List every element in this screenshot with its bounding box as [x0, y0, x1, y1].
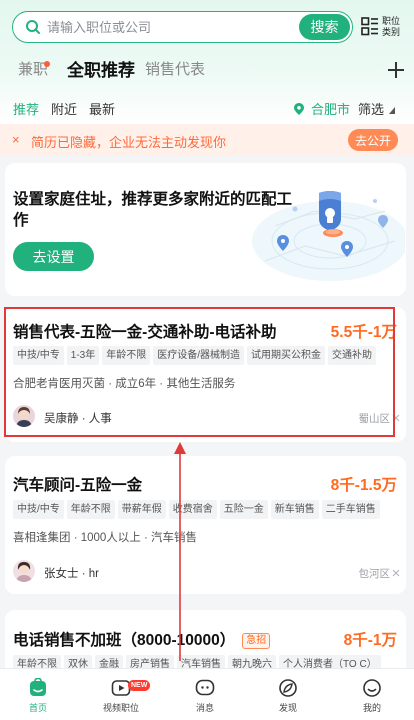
job-tag: 交通补助: [328, 346, 377, 365]
discover-icon: [279, 679, 297, 697]
job-title-text: 电话销售不加班（8000-10000）: [13, 632, 236, 649]
search-bar[interactable]: 搜索: [12, 11, 353, 43]
dismiss-job-icon[interactable]: [392, 569, 400, 577]
job-tag: 1-3年: [66, 346, 100, 365]
header: 搜索 职位类别 兼职 全职推荐 销售代表 推荐 附近 最新 合肥市 筛选: [0, 0, 414, 124]
filter-button[interactable]: 筛选: [358, 99, 396, 118]
filter-label: 筛选: [358, 102, 385, 117]
job-tag: 中技/中专: [13, 500, 64, 519]
recruiter-avatar: [13, 405, 35, 427]
nav-home[interactable]: 首页: [8, 669, 68, 720]
job-district: 蜀山区: [358, 413, 391, 425]
job-title: 电话销售不加班（8000-10000） 急招: [13, 628, 271, 650]
urgent-badge: 急招: [242, 633, 271, 649]
job-tag: 年龄不限: [13, 655, 61, 668]
bottom-navigation: 首页 视频职位 NEW 消息 发现 我的: [0, 668, 414, 720]
nav-home-label: 首页: [28, 703, 47, 713]
category-label: 职位类别: [382, 16, 401, 37]
recruiter-name: 吴康静 · 人事: [44, 413, 112, 425]
job-tag: 朝九晚六: [228, 655, 276, 668]
job-salary: 8千-1万: [343, 632, 397, 649]
job-tags: 中技/中专 1-3年 年龄不限 医疗设备/器械制造 试用期买公积金 交通补助: [13, 346, 377, 365]
job-card[interactable]: 电话销售不加班（8000-10000） 急招 8千-1万 年龄不限 双休 金融 房…: [5, 610, 406, 668]
job-tag: 试用期买公积金: [247, 346, 326, 365]
home-address-card: 设置家庭住址，推荐更多家附近的匹配工作 去设置: [5, 163, 406, 296]
search-button[interactable]: 搜索: [299, 14, 350, 40]
city-name: 合肥市: [311, 102, 351, 117]
job-tag: 年龄不限: [102, 346, 151, 365]
job-tag: 带薪年假: [117, 500, 166, 519]
dismiss-job-icon[interactable]: [392, 414, 400, 422]
job-tag: 新车销售: [270, 500, 319, 519]
job-tag: 个人消费者（TO C）: [279, 655, 381, 668]
home-icon: [30, 678, 46, 696]
recruiter-avatar: [13, 560, 35, 582]
nav-messages[interactable]: 消息: [175, 669, 235, 720]
job-tag: 双休: [64, 655, 92, 668]
make-public-button[interactable]: 去公开: [348, 129, 398, 151]
tab-fulltime-recommend[interactable]: 全职推荐: [67, 56, 135, 81]
search-input[interactable]: [47, 17, 267, 37]
profile-icon: [363, 679, 381, 697]
notice-text: 简历已隐藏，企业无法主动发现你: [31, 135, 227, 150]
job-tag: 二手车销售: [321, 500, 380, 519]
nav-discover[interactable]: 发现: [258, 669, 318, 720]
job-tag: 年龄不限: [66, 500, 115, 519]
new-badge: NEW: [128, 680, 151, 691]
set-address-button[interactable]: 去设置: [13, 242, 94, 271]
search-icon: [26, 20, 40, 34]
city-selector[interactable]: 合肥市: [294, 99, 350, 118]
nav-profile-label: 我的: [362, 703, 381, 713]
job-tag: 金融: [95, 655, 123, 668]
job-salary: 8千-1.5万: [330, 477, 397, 494]
job-card[interactable]: 销售代表-五险一金-交通补助-电话补助 5.5千-1万 中技/中专 1-3年 年…: [5, 307, 406, 442]
job-district: 包河区: [358, 568, 391, 580]
job-tag: 五险一金: [219, 500, 268, 519]
subtab-recommend[interactable]: 推荐: [13, 99, 39, 118]
job-category-button[interactable]: 职位类别: [361, 14, 407, 40]
recruiter-name: 张女士 · hr: [44, 568, 99, 580]
map-location-illustration: [252, 191, 405, 281]
subtab-latest[interactable]: 最新: [89, 99, 115, 118]
job-title: 销售代表-五险一金-交通补助-电话补助: [13, 324, 277, 341]
company-info: 喜相逢集团 · 1000人以上 · 汽车销售: [13, 532, 198, 544]
message-icon: [195, 679, 215, 696]
job-card[interactable]: 汽车顾问-五险一金 8千-1.5万 中技/中专 年龄不限 带薪年假 收费宿舍 五…: [5, 456, 406, 594]
job-tags: 年龄不限 双休 金融 房产销售 汽车销售 朝九晚六 个人消费者（TO C）: [13, 655, 381, 668]
subtab-nearby[interactable]: 附近: [51, 99, 77, 118]
job-salary: 5.5千-1万: [330, 324, 397, 341]
annotation-arrow: [174, 442, 186, 661]
location-pin-icon: [294, 103, 304, 115]
nav-messages-label: 消息: [195, 703, 214, 713]
sort-tabs: 推荐 附近 最新: [0, 99, 414, 119]
job-tag: 中技/中专: [13, 346, 64, 365]
nav-profile[interactable]: 我的: [342, 669, 402, 720]
tab-sales-rep[interactable]: 销售代表: [145, 58, 205, 79]
job-tabs: 兼职 全职推荐 销售代表: [0, 58, 414, 88]
nav-video-label: 视频职位: [102, 703, 139, 713]
resume-hidden-notice: × 简历已隐藏，企业无法主动发现你 去公开: [0, 124, 414, 156]
tab-part-time[interactable]: 兼职: [18, 58, 48, 79]
nav-video-jobs[interactable]: 视频职位: [91, 669, 151, 720]
job-tag: 房产销售: [126, 655, 174, 668]
add-tab-icon[interactable]: [386, 60, 406, 80]
job-tags: 中技/中专 年龄不限 带薪年假 收费宿舍 五险一金 新车销售 二手车销售: [13, 500, 380, 519]
nav-discover-label: 发现: [278, 703, 297, 713]
notice-close-icon[interactable]: ×: [12, 132, 20, 147]
company-info: 合肥老肯医用灭菌 · 成立6年 · 其他生活服务: [13, 378, 236, 390]
tab-new-dot: [44, 61, 50, 67]
category-grid-icon: [361, 17, 378, 36]
filter-dropdown-icon: [389, 107, 396, 114]
job-tag: 医疗设备/器械制造: [153, 346, 245, 365]
job-title: 汽车顾问-五险一金: [13, 477, 143, 494]
